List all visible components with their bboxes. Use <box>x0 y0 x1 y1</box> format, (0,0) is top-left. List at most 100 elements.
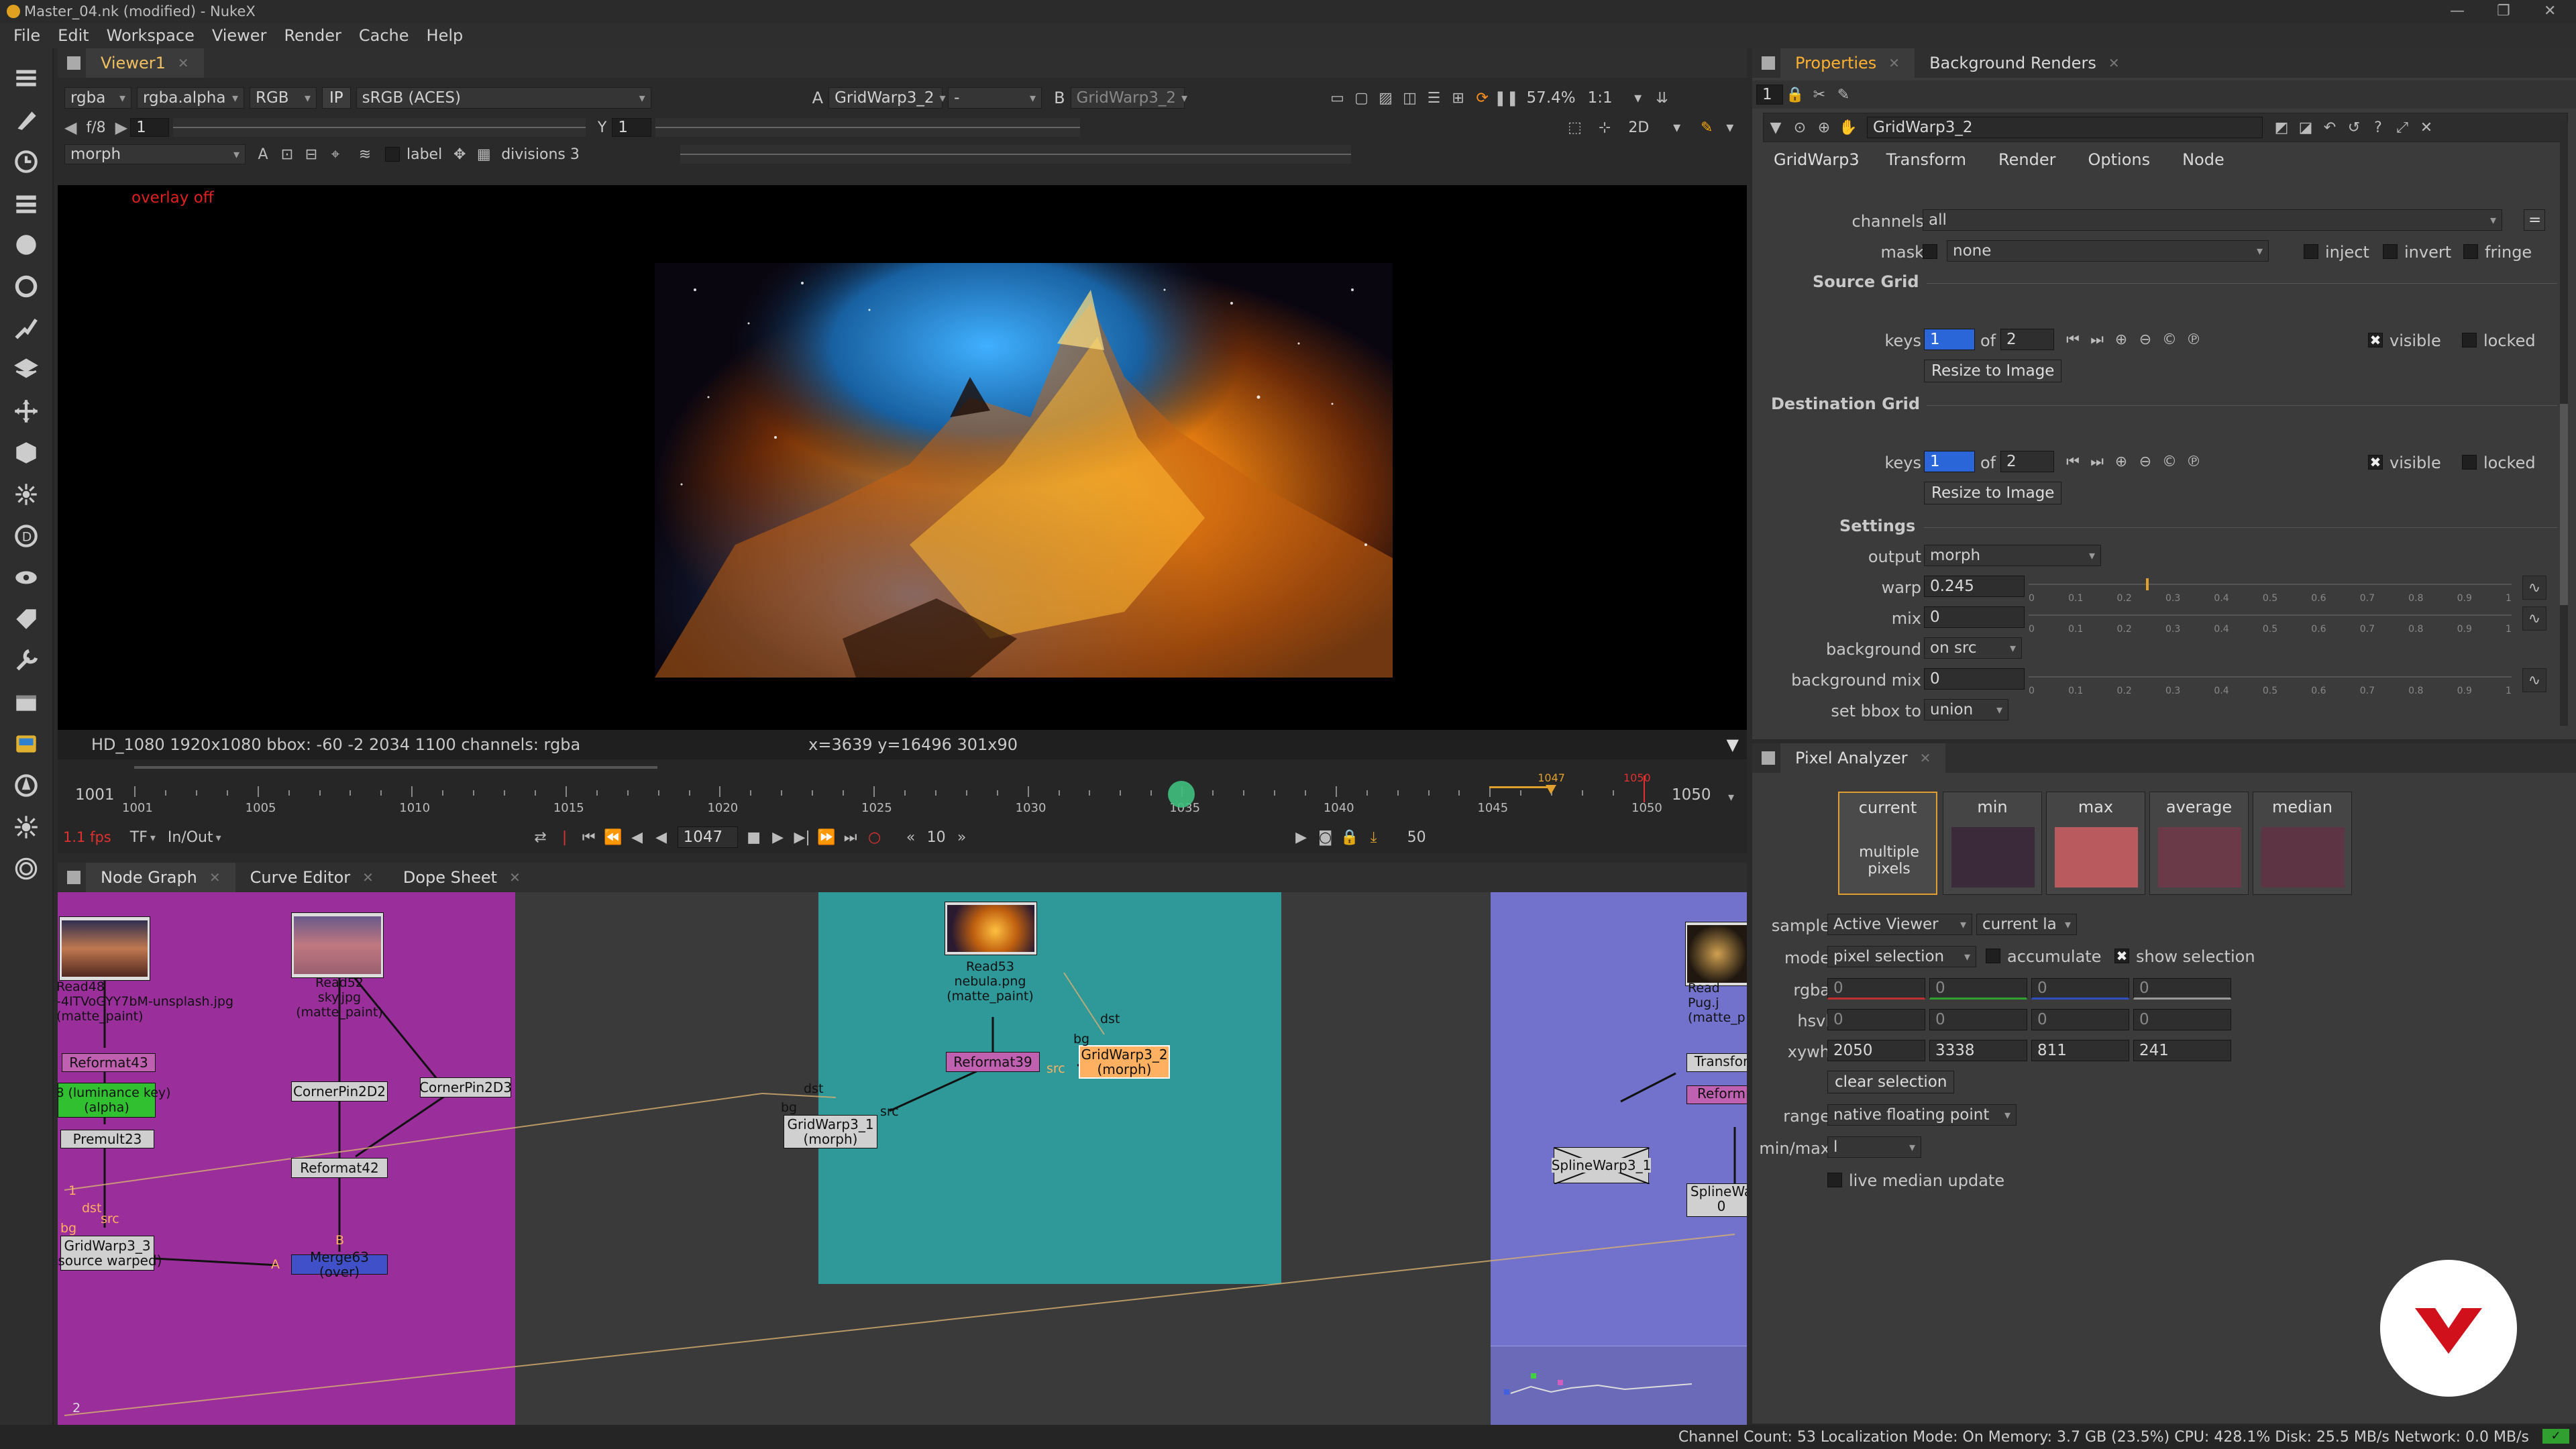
color-pick-icon[interactable]: ✎ <box>1695 115 1719 140</box>
ip-button[interactable]: IP <box>322 87 351 109</box>
transform-tools-icon[interactable] <box>9 394 43 428</box>
sample-dropdown[interactable]: Active Viewer <box>1827 914 1972 935</box>
view-mode-value[interactable]: 2D <box>1628 119 1649 136</box>
close-tab-icon[interactable]: ✕ <box>178 55 189 71</box>
furnace-tools-icon[interactable] <box>9 727 43 761</box>
swatch-min[interactable]: min <box>1943 792 2042 895</box>
live-median-checkbox[interactable] <box>1827 1173 1842 1187</box>
ocula-tools-icon[interactable] <box>9 769 43 802</box>
props-help-icon[interactable]: ? <box>2366 115 2390 140</box>
time-format-dropdown-icon[interactable]: ▾ <box>150 831 156 844</box>
out-mark-label[interactable]: 1050 <box>1623 771 1651 784</box>
gridwarp33-node[interactable]: GridWarp3_3 (source warped) <box>58 1236 162 1271</box>
refresh-icon[interactable]: ⟳ <box>1470 86 1495 110</box>
restore-button[interactable]: ❐ <box>2497 3 2510 19</box>
particles-tools-icon[interactable] <box>9 478 43 511</box>
inout-dropdown-icon[interactable]: ▾ <box>216 831 221 844</box>
history-icon[interactable]: ↺ <box>2342 115 2366 140</box>
dest-locked-checkbox[interactable] <box>2462 455 2477 470</box>
swatch-median[interactable]: median <box>2253 792 2352 895</box>
mask-checkbox[interactable] <box>1923 244 1937 259</box>
info-expand-icon[interactable]: ▼ <box>1727 735 1739 754</box>
premult23-node[interactable]: Premult23 <box>60 1130 154 1148</box>
other-tools-icon[interactable] <box>9 686 43 719</box>
merge63-node[interactable]: Merge63 (over) <box>291 1250 388 1279</box>
time-tools-icon[interactable] <box>9 145 43 178</box>
source-add-key-icon[interactable]: ⊕ <box>2109 327 2133 352</box>
tab-pixel-analyzer[interactable]: Pixel Analyzer ✕ <box>1780 743 1946 773</box>
last-frame-icon[interactable]: ⏭ <box>839 825 863 849</box>
mix-slider[interactable]: 0 0.1 0.2 0.3 0.4 0.5 0.6 0.7 0.8 0.9 1 <box>2029 608 2512 645</box>
set-bbox-dropdown[interactable]: union <box>1924 699 2008 720</box>
3d-tools-icon[interactable] <box>9 436 43 470</box>
grid-fit-icon[interactable]: ⊟ <box>299 142 323 166</box>
merge-tools-icon[interactable] <box>9 353 43 386</box>
inout-mode[interactable]: In/Out <box>168 829 213 846</box>
rgba-g-field[interactable]: 0 <box>1929 978 2027 1000</box>
swatch-average[interactable]: average <box>2149 792 2249 895</box>
grid-divisions-icon[interactable]: ▦ <box>472 142 496 166</box>
inject-checkbox[interactable] <box>2304 244 2318 259</box>
transform-node[interactable]: Transfor <box>1686 1053 1747 1072</box>
minmax-dropdown[interactable]: l <box>1827 1136 1921 1158</box>
next-key-icon[interactable]: ⏩ <box>814 825 839 849</box>
color-tools-icon[interactable] <box>9 228 43 262</box>
navigator-minimap[interactable] <box>1491 1346 1747 1425</box>
step-forward-icon[interactable]: » <box>950 825 974 849</box>
first-frame-icon[interactable]: ⏮ <box>577 825 601 849</box>
downscale-icon[interactable]: ▨ <box>1374 86 1398 110</box>
output-dropdown[interactable]: morph <box>1924 545 2101 566</box>
metadata-tools-icon[interactable] <box>9 602 43 636</box>
mask-dropdown[interactable]: none <box>1947 240 2269 262</box>
background-mix-curve-icon[interactable]: ∿ <box>2522 668 2546 692</box>
stop-icon[interactable]: ■ <box>742 825 766 849</box>
zoom-value[interactable]: 57.4% <box>1527 89 1576 107</box>
xywh-h-field[interactable]: 241 <box>2133 1040 2231 1061</box>
xywh-w-field[interactable]: 811 <box>2031 1040 2129 1061</box>
cornerpin2d3-node[interactable]: CornerPin2D3 <box>419 1077 512 1097</box>
gridwarp31-node[interactable]: GridWarp3_1 (morph) <box>784 1115 877 1148</box>
background-mix-slider[interactable]: 0 0.1 0.2 0.3 0.4 0.5 0.6 0.7 0.8 0.9 1 <box>2029 669 2512 707</box>
grid-edit-icon[interactable]: ⌖ <box>323 142 347 166</box>
cornerpin2d2-node[interactable]: CornerPin2D2 <box>291 1081 388 1102</box>
tab-gridwarp3[interactable]: GridWarp3 <box>1763 146 1870 173</box>
next-frame-icon[interactable]: ▶| <box>790 825 814 849</box>
read48-node[interactable] <box>59 916 150 981</box>
b-input-dropdown[interactable]: GridWarp3_2 <box>1070 87 1185 109</box>
grid-select-icon[interactable]: ⊡ <box>275 142 299 166</box>
label-checkbox[interactable] <box>385 147 400 162</box>
viewer-options-icon[interactable]: ▾ <box>1718 115 1741 140</box>
proxy-icon[interactable]: ▢ <box>1350 86 1374 110</box>
source-keys-field[interactable]: 1 <box>1924 329 1975 350</box>
hsvl-v-field[interactable]: 0 <box>2031 1009 2129 1030</box>
menu-render[interactable]: Render <box>284 26 341 45</box>
time-format[interactable]: TF <box>130 829 148 846</box>
dest-copy-key-icon[interactable]: © <box>2157 449 2182 474</box>
rgba-b-field[interactable]: 0 <box>2031 978 2129 1000</box>
invert-checkbox[interactable] <box>2383 244 2398 259</box>
dest-keys-field[interactable]: 1 <box>1924 451 1975 472</box>
flipbook-icon[interactable]: ▶ <box>1289 825 1313 849</box>
menu-workspace[interactable]: Workspace <box>107 26 195 45</box>
node-name-field[interactable]: GridWarp3_2 <box>1867 117 2263 138</box>
source-locked-checkbox[interactable] <box>2462 333 2477 347</box>
warp-field[interactable]: 0.245 <box>1924 576 2025 597</box>
mask-overlay-icon[interactable]: ◫ <box>1398 86 1422 110</box>
view-mode-dropdown-icon[interactable]: ▾ <box>1665 115 1688 140</box>
node-color-icon[interactable]: ⊙ <box>1788 115 1812 140</box>
hsvl-h-field[interactable]: 0 <box>1827 1009 1925 1030</box>
menu-cache[interactable]: Cache <box>359 26 409 45</box>
source-resize-button[interactable]: Resize to Image <box>1924 360 2062 382</box>
tab-background-renders[interactable]: Background Renders ✕ <box>1915 48 2135 78</box>
menu-file[interactable]: File <box>13 26 40 45</box>
collapse-icon[interactable]: ▼ <box>1764 115 1788 140</box>
reformat43-node[interactable]: Reformat43 <box>62 1053 156 1072</box>
dest-paste-key-icon[interactable]: ℗ <box>2182 449 2206 474</box>
in-point-icon[interactable]: | <box>553 825 577 849</box>
splinewarp31-node[interactable]: SplineWarp3_1 <box>1551 1147 1652 1184</box>
tab-properties[interactable]: Properties ✕ <box>1780 48 1915 78</box>
background-mix-field[interactable]: 0 <box>1924 668 2025 690</box>
play-icon[interactable]: ▶ <box>766 825 790 849</box>
menu-edit[interactable]: Edit <box>58 26 89 45</box>
warp-curve-icon[interactable]: ∿ <box>2522 576 2546 600</box>
